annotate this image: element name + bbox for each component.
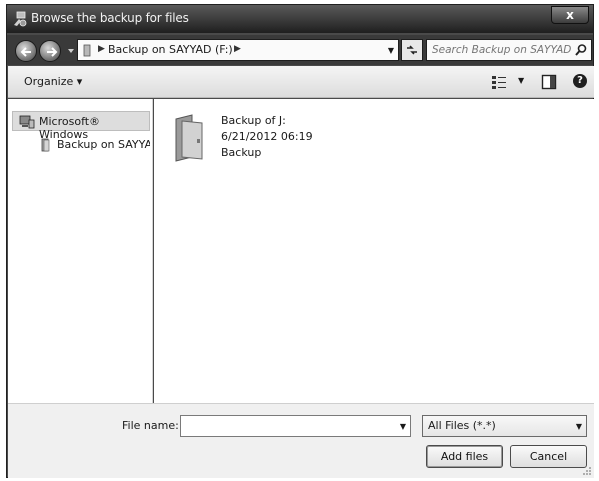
sidebar-item-label: Backup on SAYYAD <box>57 138 150 151</box>
address-bar[interactable]: ▶ Backup on SAYYAD (F:) ▶ ▼ <box>77 39 399 61</box>
forward-arrow-icon <box>47 47 58 57</box>
dialog-window: Browse the backup for files x ▶ Backup o… <box>6 4 594 478</box>
view-options-dropdown-icon[interactable]: ▼ <box>518 76 524 85</box>
file-name-input[interactable] <box>181 416 391 436</box>
refresh-button[interactable] <box>401 39 423 61</box>
organize-button[interactable]: Organize ▾ <box>24 75 82 88</box>
refresh-icon <box>407 45 417 55</box>
forward-button[interactable] <box>39 40 61 62</box>
file-type: Backup <box>221 146 262 159</box>
computer-icon <box>19 115 35 129</box>
search-box[interactable] <box>426 39 592 61</box>
file-name: Backup of J: <box>221 114 286 127</box>
resize-grip-icon[interactable] <box>582 466 592 476</box>
folder-icon <box>41 138 50 152</box>
navigation-pane[interactable]: Microsoft® Windows Backup on SAYYAD <box>8 99 153 403</box>
close-button[interactable]: x <box>551 6 589 24</box>
close-icon: x <box>566 8 574 22</box>
navigation-bar: ▶ Backup on SAYYAD (F:) ▶ ▼ <box>7 35 593 65</box>
cancel-button[interactable]: Cancel <box>510 445 587 468</box>
file-name-label: File name: <box>122 419 179 432</box>
folder-icon <box>83 44 91 57</box>
breadcrumb-current[interactable]: Backup on SAYYAD (F:) <box>108 43 233 56</box>
command-toolbar: Organize ▾ ▼ ? <box>8 66 594 98</box>
backup-app-icon <box>12 11 28 27</box>
preview-pane-icon[interactable] <box>541 74 557 90</box>
folder-icon <box>175 114 203 162</box>
file-date: 6/21/2012 06:19 <box>221 130 313 143</box>
recent-pages-dropdown-icon[interactable] <box>67 47 75 55</box>
file-type-filter-value: All Files (*.*) <box>428 419 496 432</box>
sidebar-item-backup-on-sayyad[interactable]: Backup on SAYYAD <box>12 135 150 155</box>
add-files-button[interactable]: Add files <box>426 445 503 468</box>
file-type-filter-select[interactable]: All Files (*.*) ▼ <box>422 415 587 437</box>
sidebar-item-microsoft-windows[interactable]: Microsoft® Windows <box>12 111 150 141</box>
back-button[interactable] <box>15 40 37 62</box>
address-dropdown-icon[interactable]: ▼ <box>388 46 394 55</box>
chevron-down-icon[interactable]: ▼ <box>400 422 406 431</box>
title-bar[interactable]: Browse the backup for files x <box>7 5 593 33</box>
search-input[interactable] <box>427 40 573 60</box>
back-arrow-icon <box>20 47 31 57</box>
file-list-pane[interactable]: Backup of J: 6/21/2012 06:19 Backup <box>154 99 594 403</box>
search-icon[interactable] <box>574 43 588 57</box>
help-icon[interactable]: ? <box>573 74 587 88</box>
window-title: Browse the backup for files <box>31 11 189 25</box>
file-item[interactable]: Backup of J: 6/21/2012 06:19 Backup <box>168 113 368 165</box>
breadcrumb-chevron-icon[interactable]: ▶ <box>234 44 241 54</box>
breadcrumb-chevron-icon[interactable]: ▶ <box>98 44 105 54</box>
file-dialog-footer: File name: ▼ All Files (*.*) ▼ Add files… <box>8 403 594 478</box>
change-view-icon[interactable] <box>491 74 507 90</box>
file-name-combo[interactable]: ▼ <box>180 415 411 437</box>
chevron-down-icon[interactable]: ▼ <box>576 422 582 431</box>
